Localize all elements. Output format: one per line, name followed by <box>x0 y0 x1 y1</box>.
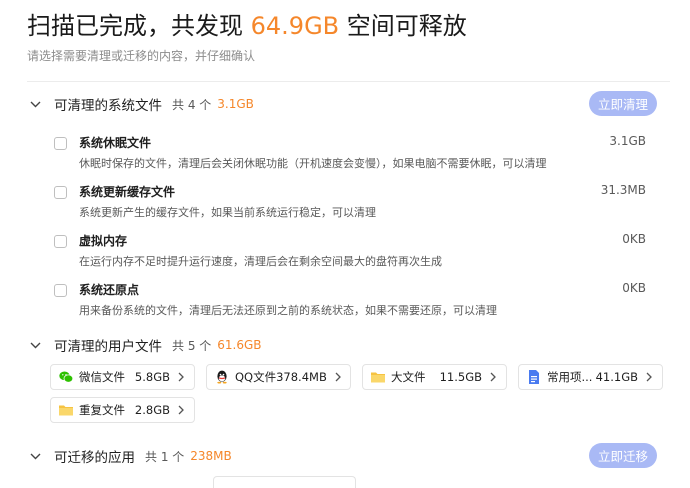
chip-size: 5.8GB <box>134 370 170 384</box>
qq-icon <box>214 369 230 385</box>
user-files-section-header[interactable]: 可清理的用户文件 共 5 个 61.6GB <box>27 331 670 359</box>
item-description: 休眠时保存的文件，清理后会关闭休眠功能（开机速度会变慢），如果电脑不需要休眠，可… <box>79 157 547 170</box>
header-divider <box>27 81 670 82</box>
migrate-now-button[interactable]: 立即迁移 <box>589 443 657 468</box>
item-title: 系统休眠文件 <box>79 136 152 150</box>
chip-wechat-files[interactable]: 微信文件 5.8GB <box>50 364 195 390</box>
chip-name: QQ文件 <box>235 370 277 384</box>
chip-large-files[interactable]: 大文件 11.5GB <box>362 364 507 390</box>
chevron-down-icon[interactable] <box>27 337 43 353</box>
list-item-hibernation: 系统休眠文件 休眠时保存的文件，清理后会关闭休眠功能（开机速度会变慢），如果电脑… <box>54 134 646 180</box>
title-size: 64.9GB <box>250 12 340 40</box>
apps-count: 共 1 个 <box>145 449 185 464</box>
apps-title: 可迁移的应用 <box>54 450 135 466</box>
chip-size: 2.8GB <box>134 403 170 417</box>
list-item-virtual-memory: 虚拟内存 在运行内存不足时提升运行速度，清理后会在剩余空间最大的盘符再次生成 0… <box>54 232 646 278</box>
update-cache-checkbox[interactable] <box>54 186 67 199</box>
item-title: 系统还原点 <box>79 283 140 297</box>
item-description: 在运行内存不足时提升运行速度，清理后会在剩余空间最大的盘符再次生成 <box>79 255 442 268</box>
chip-name: 大文件 <box>391 370 426 384</box>
system-files-title: 可清理的系统文件 <box>54 98 162 114</box>
document-icon <box>526 369 542 385</box>
clean-now-button[interactable]: 立即清理 <box>589 91 657 116</box>
item-title: 虚拟内存 <box>79 234 128 248</box>
chevron-down-icon[interactable] <box>27 448 43 464</box>
user-files-size: 61.6GB <box>217 338 262 352</box>
page-title: 扫描已完成，共发现 64.9GB 空间可释放 <box>27 10 467 42</box>
virtual-memory-checkbox[interactable] <box>54 235 67 248</box>
chevron-right-icon <box>176 404 186 416</box>
hibernation-checkbox[interactable] <box>54 137 67 150</box>
list-item-update-cache: 系统更新缓存文件 系统更新产生的缓存文件，如果当前系统运行稳定，可以清理 31.… <box>54 183 646 229</box>
title-prefix: 扫描已完成，共发现 <box>27 12 251 40</box>
chevron-right-icon <box>488 371 498 383</box>
system-files-size: 3.1GB <box>217 97 254 111</box>
item-size: 0KB <box>622 232 646 246</box>
system-files-count: 共 4 个 <box>172 97 212 112</box>
system-files-section-header[interactable]: 可清理的系统文件 共 4 个 3.1GB 立即清理 <box>27 90 670 118</box>
item-size: 0KB <box>622 281 646 295</box>
user-files-count: 共 5 个 <box>172 338 212 353</box>
app-chip-partial[interactable] <box>213 476 356 488</box>
chip-qq-files[interactable]: QQ文件 378.4MB <box>206 364 351 390</box>
chip-size: 378.4MB <box>276 370 327 384</box>
chevron-right-icon <box>644 371 654 383</box>
chevron-right-icon <box>176 371 186 383</box>
apps-size: 238MB <box>190 449 232 463</box>
restore-point-checkbox[interactable] <box>54 284 67 297</box>
folder-icon <box>58 402 74 418</box>
folder-icon <box>370 369 386 385</box>
item-size: 31.3MB <box>600 183 646 197</box>
item-title: 系统更新缓存文件 <box>79 185 176 199</box>
page-subtitle: 请选择需要清理或迁移的内容，并仔细确认 <box>27 49 256 63</box>
chip-name: 微信文件 <box>79 370 125 384</box>
item-description: 用来备份系统的文件，清理后无法还原到之前的系统状态，如果不需要还原，可以清理 <box>79 304 497 317</box>
chip-name: 重复文件 <box>79 403 125 417</box>
user-files-title: 可清理的用户文件 <box>54 339 162 355</box>
chip-size: 41.1GB <box>595 370 638 384</box>
wechat-icon <box>58 369 74 385</box>
apps-section-header[interactable]: 可迁移的应用 共 1 个 238MB 立即迁移 <box>27 442 670 470</box>
chevron-down-icon[interactable] <box>27 96 43 112</box>
list-item-restore-point: 系统还原点 用来备份系统的文件，清理后无法还原到之前的系统状态，如果不需要还原，… <box>54 281 646 327</box>
chip-name: 常用项... <box>547 370 593 384</box>
title-suffix: 空间可释放 <box>339 12 467 40</box>
item-description: 系统更新产生的缓存文件，如果当前系统运行稳定，可以清理 <box>79 206 376 219</box>
chip-duplicate-files[interactable]: 重复文件 2.8GB <box>50 397 195 423</box>
chevron-right-icon <box>333 371 343 383</box>
item-size: 3.1GB <box>609 134 646 148</box>
chip-common-items[interactable]: 常用项... 41.1GB <box>518 364 663 390</box>
chip-size: 11.5GB <box>439 370 482 384</box>
